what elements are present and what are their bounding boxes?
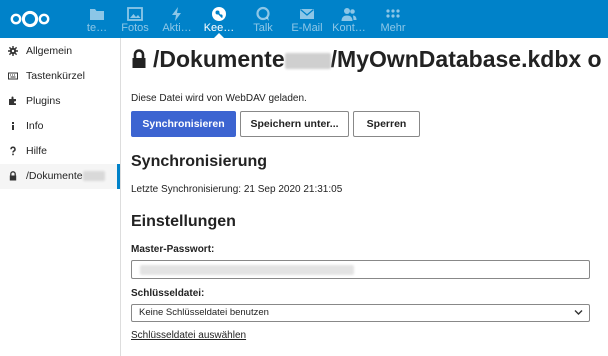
keyfile-select[interactable]: Keine Schlüsseldatei benutzen	[131, 304, 590, 322]
page-title: /Dokumente/MyOwnDatabase.kdbx o	[131, 46, 602, 73]
question-icon	[10, 146, 16, 156]
app-files[interactable]: te…	[76, 0, 118, 38]
lightning-icon	[172, 7, 181, 21]
info-icon	[12, 122, 14, 130]
sidebar-item-general[interactable]: Allgemein	[0, 39, 120, 64]
redacted-path	[284, 52, 331, 69]
sidebar-item-label: Plugins	[26, 95, 61, 107]
contacts-icon	[341, 8, 357, 21]
last-sync-text: Letzte Synchronisierung: 21 Sep 2020 21:…	[131, 184, 343, 195]
keyfile-label: Schlüsseldatei:	[131, 288, 205, 299]
chat-icon	[256, 6, 270, 21]
settings-sidebar: Allgemein Tastenkürzel Plugins Info Hilf…	[0, 38, 121, 356]
app-photos-label: Fotos	[121, 22, 149, 34]
image-icon	[127, 7, 143, 21]
redacted-password	[140, 265, 354, 275]
main-content: /Dokumente/MyOwnDatabase.kdbx o Diese Da…	[121, 38, 608, 356]
chevron-down-icon	[574, 310, 583, 315]
app-more[interactable]: Mehr	[372, 0, 414, 38]
select-keyfile-link[interactable]: Schlüsseldatei auswählen	[131, 330, 246, 341]
app-more-label: Mehr	[380, 22, 406, 34]
gear-icon	[8, 46, 18, 56]
app-mail[interactable]: E-Mail	[286, 0, 328, 38]
synchronize-button[interactable]: Synchronisieren	[131, 111, 236, 137]
lock-icon	[132, 49, 146, 68]
settings-heading: Einstellungen	[131, 213, 236, 230]
key-icon	[212, 7, 226, 21]
sidebar-item-database[interactable]: /Dokumente	[0, 164, 120, 189]
sidebar-item-label: Tastenkürzel	[26, 70, 85, 82]
app-mail-label: E-Mail	[291, 22, 323, 34]
keyfile-selected-value: Keine Schlüsseldatei benutzen	[139, 307, 269, 318]
sidebar-item-label: /Dokumente	[26, 170, 105, 182]
app-activity-label: Akti…	[162, 22, 192, 34]
app-files-label: te…	[86, 22, 108, 34]
app-keeweb[interactable]: Kee…	[198, 0, 240, 38]
folder-icon	[90, 9, 104, 20]
sidebar-item-label: Allgemein	[26, 45, 73, 57]
lock-button[interactable]: Sperren	[353, 111, 420, 137]
app-activity[interactable]: Akti…	[156, 0, 198, 38]
sidebar-item-plugins[interactable]: Plugins	[0, 89, 120, 114]
sidebar-item-label: Info	[26, 120, 44, 132]
master-password-label: Master-Passwort:	[131, 244, 215, 255]
mail-icon	[300, 9, 314, 19]
app-photos[interactable]: Fotos	[114, 0, 156, 38]
app-talk[interactable]: Talk	[242, 0, 284, 38]
redacted-path	[82, 171, 105, 182]
save-as-button[interactable]: Speichern unter...	[240, 111, 349, 137]
sync-heading: Synchronisierung	[131, 153, 268, 170]
sidebar-item-info[interactable]: Info	[0, 114, 120, 139]
sidebar-item-help[interactable]: Hilfe	[0, 139, 120, 164]
webdav-info-text: Diese Datei wird von WebDAV geladen.	[131, 93, 307, 104]
sidebar-item-shortcuts[interactable]: Tastenkürzel	[0, 64, 120, 89]
app-talk-label: Talk	[253, 22, 273, 34]
app-contacts-label: Kont…	[332, 22, 366, 34]
top-navigation-bar: te… Fotos Akti… Kee… Talk E-Mail Kont… M…	[0, 0, 608, 38]
nextcloud-logo-icon[interactable]	[10, 10, 50, 28]
more-dots-icon	[386, 9, 400, 18]
master-password-input[interactable]	[131, 260, 590, 279]
keyboard-icon	[8, 72, 18, 80]
sidebar-item-label: Hilfe	[26, 145, 48, 157]
app-contacts[interactable]: Kont…	[328, 0, 370, 38]
lock-icon	[9, 171, 17, 181]
puzzle-icon	[9, 96, 16, 105]
